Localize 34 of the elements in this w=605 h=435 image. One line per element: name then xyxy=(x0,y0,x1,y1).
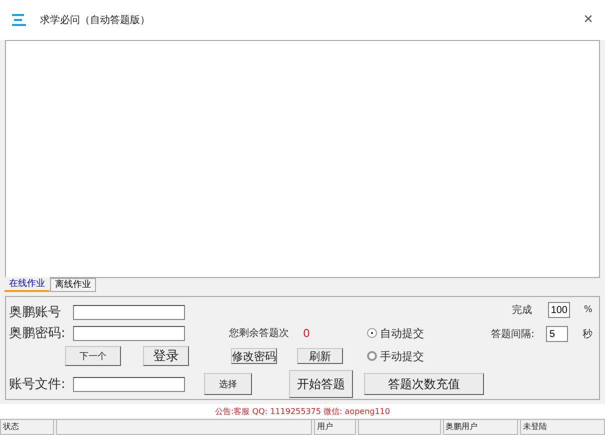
window-title: 求学必问（自动答题版） xyxy=(40,14,151,27)
status-text: 状态 xyxy=(0,420,54,435)
progress-label: 完成 xyxy=(512,304,532,317)
start-button[interactable]: 开始答题 xyxy=(289,370,353,398)
status-text: 未登陆 xyxy=(520,420,605,435)
password-label: 奥鹏密码: xyxy=(9,325,66,342)
recharge-button[interactable]: 答题次数充值 xyxy=(364,373,484,395)
interval-label: 答题间隔: xyxy=(491,328,534,341)
refresh-button[interactable]: 刷新 xyxy=(297,348,343,364)
login-button[interactable]: 登录 xyxy=(143,346,189,366)
remaining-count: 0 xyxy=(303,326,310,340)
tab[interactable]: 离线作业 xyxy=(50,278,96,292)
remaining-label: 您剩余答题次 xyxy=(229,327,289,340)
status-text: 奥鹏用户 xyxy=(442,420,518,435)
submit-mode-label: 手动提交 xyxy=(380,348,424,364)
file-field[interactable] xyxy=(73,376,185,392)
interval-field[interactable]: 5 xyxy=(546,326,568,342)
status-text: 用户 xyxy=(314,420,356,435)
password-field[interactable] xyxy=(73,326,185,340)
radio-button[interactable] xyxy=(368,352,376,360)
progress-unit: % xyxy=(584,305,592,315)
tab[interactable]: 在线作业 xyxy=(4,277,50,292)
submit-mode-label: 自动提交 xyxy=(380,326,424,340)
account-field[interactable] xyxy=(73,304,185,320)
choose-button[interactable]: 选择 xyxy=(204,373,252,395)
menu-icon[interactable] xyxy=(12,13,26,27)
close-button[interactable]: × xyxy=(584,11,593,29)
file-label: 账号文件: xyxy=(9,376,66,393)
notice-text: 公告:客服 QQ: 1119255375 微信: aopeng110 xyxy=(215,406,390,416)
interval-unit: 秒 xyxy=(582,328,592,341)
next-button[interactable]: 下一个 xyxy=(65,346,121,366)
account-label: 奥鹏账号 xyxy=(9,304,62,321)
change-password-button[interactable]: 修改密码 xyxy=(231,348,277,364)
progress-field[interactable]: 100 xyxy=(548,302,570,318)
